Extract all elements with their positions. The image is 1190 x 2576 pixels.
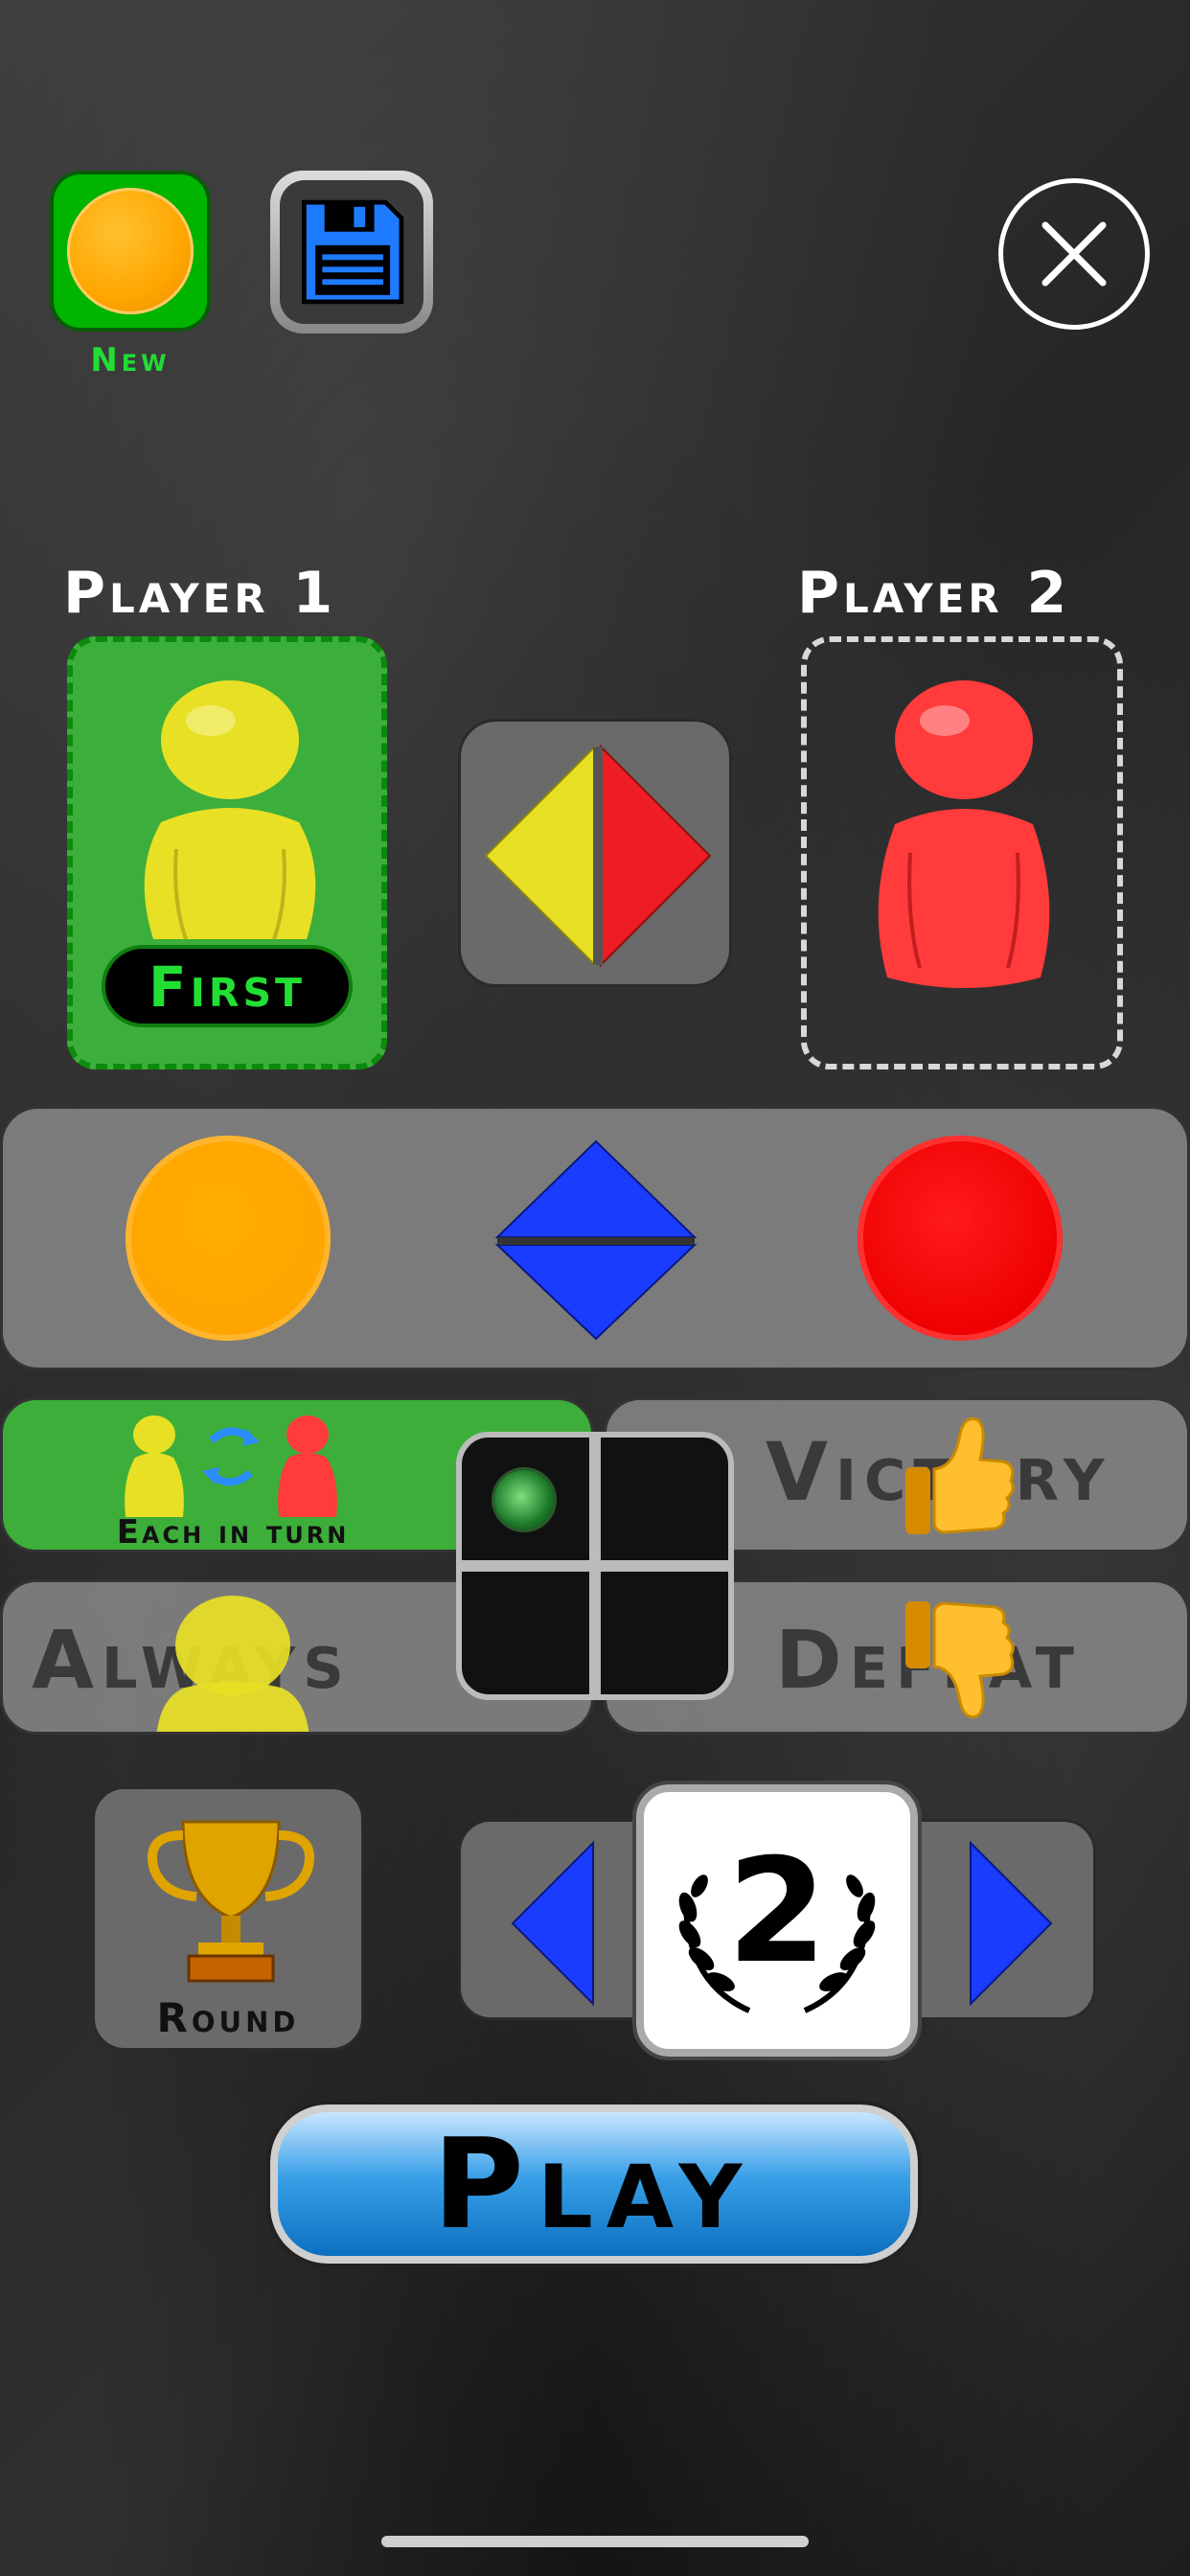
coin-color-band (0, 1106, 1190, 1370)
left-arrow-icon[interactable] (507, 1837, 599, 2010)
round-label: Round (156, 1994, 300, 2041)
player1-title: Player 1 (63, 560, 337, 627)
save-button[interactable] (270, 171, 433, 334)
player2-title: Player 2 (797, 560, 1071, 627)
board-size-grid[interactable] (456, 1432, 734, 1700)
close-icon (1041, 221, 1107, 287)
right-arrow-icon[interactable] (965, 1837, 1057, 2010)
home-indicator[interactable] (381, 2536, 809, 2547)
swap-diamond-icon (484, 744, 712, 968)
thumbs-up-icon (905, 1416, 1015, 1534)
first-badge: First (102, 945, 353, 1027)
swap-players-button[interactable] (458, 719, 732, 987)
yellow-pawn-icon (144, 680, 316, 939)
yellow-pawn-icon (156, 1596, 309, 1732)
trophy-icon (148, 1820, 314, 1983)
red-pawn-icon (878, 680, 1050, 988)
alternate-players-icon (125, 1415, 337, 1517)
each-in-turn-label: Each in turn (116, 1513, 350, 1552)
orange-coin[interactable] (126, 1136, 331, 1341)
floppy-disk-icon (302, 199, 404, 305)
green-token-icon (494, 1470, 554, 1530)
new-label: New (90, 341, 171, 380)
close-button[interactable] (998, 178, 1150, 330)
blue-diamond-icon[interactable] (493, 1138, 698, 1343)
round-count: 2 (726, 1828, 828, 1995)
red-coin[interactable] (858, 1136, 1063, 1341)
round-count-display: 2 (632, 1781, 922, 2060)
orange-coin-icon (67, 188, 194, 314)
thumbs-down-icon (905, 1601, 1015, 1719)
round-mode-button[interactable]: Round (92, 1786, 364, 2051)
grid-divider (589, 1438, 601, 1694)
new-game-button[interactable] (50, 171, 211, 332)
player2-card[interactable] (801, 636, 1123, 1070)
play-label: Play (432, 2111, 756, 2257)
player1-card[interactable]: First (67, 636, 387, 1070)
play-button[interactable]: Play (266, 2101, 922, 2267)
